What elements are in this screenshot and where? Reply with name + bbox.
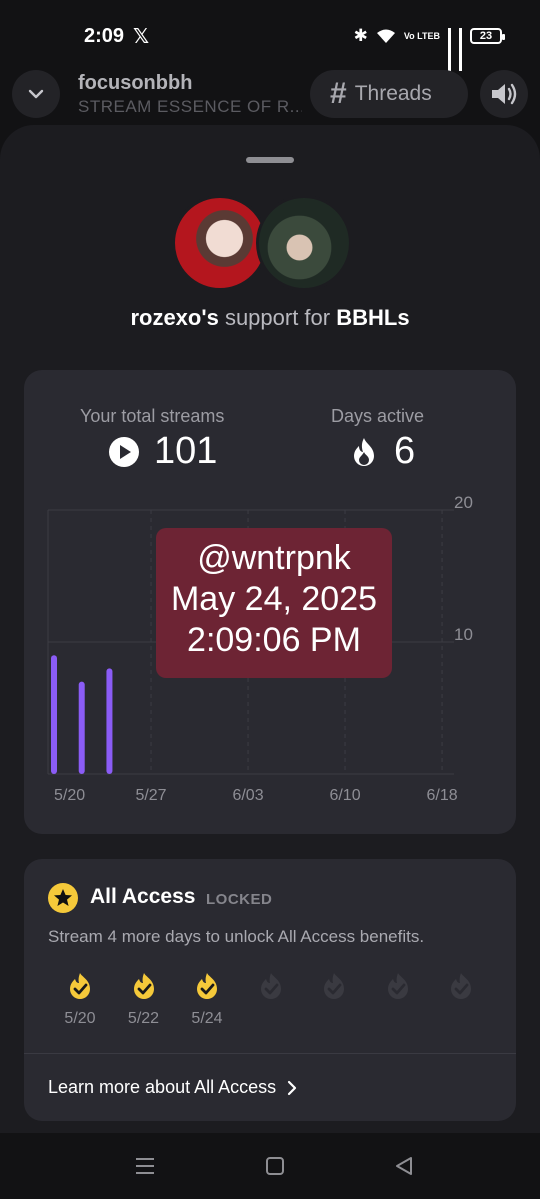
support-sheet: rozexo's support for BBHLs Your total st… [0,125,540,1133]
days-active: 6 [348,430,415,473]
check-flame-icon [133,973,154,999]
days-active-value: 6 [394,430,416,472]
all-access-card: All Access LOCKED Stream 4 more days to … [24,859,516,1121]
total-streams: 101 [108,430,217,473]
bar[interactable] [78,681,85,774]
tooltip-time: 2:09:06 PM [187,621,361,659]
home-icon[interactable] [264,1155,286,1177]
streak-day-label: 5/22 [127,1010,160,1027]
streak-day: 5/20 [56,971,104,1028]
sheet-drag-handle[interactable] [246,157,294,163]
streak-day [437,971,485,1010]
learn-more-label: Learn more about All Access [48,1077,277,1097]
streak-day-label: 5/24 [191,1010,223,1027]
speaker-icon [492,83,517,105]
x-app-icon: 𝕏 [133,26,150,48]
support-middle: support for [218,305,337,330]
chevron-down-icon [28,89,44,99]
volte-icon: Vo LTEB [403,30,440,41]
track-title: focusonbbh [78,72,193,94]
support-target: BBHLs [336,305,410,330]
locked-flame-icon [387,973,408,999]
streak-day: 5/22 [120,971,168,1028]
collapse-button[interactable] [12,70,60,118]
tooltip-user: @wntrpnk [197,539,351,577]
app-root: 2:09 𝕏 ✱ Vo LTEB 23 focusonbbh STREAM ES… [0,0,540,1199]
chevron-right-icon [288,1080,297,1095]
x-tick-label: 6/03 [232,787,263,800]
bar[interactable] [51,655,57,774]
support-heading: rozexo's support for BBHLs [0,305,540,331]
hash-icon: # [330,77,347,110]
locked-flame-icon [324,973,344,999]
learn-more-link[interactable]: Learn more about All Access [48,1077,298,1098]
battery-icon: 23 [470,28,505,44]
locked-flame-icon [260,973,281,999]
total-streams-label: Your total streams [80,406,225,426]
chart-tooltip: @wntrpnk May 24, 2025 2:09:06 PM [156,528,392,678]
streak-day [310,971,358,1010]
all-access-description: Stream 4 more days to unlock All Access … [48,927,425,946]
streak-day-label: 5/20 [64,1010,96,1027]
streak-day [374,971,422,1010]
all-access-title: All Access [90,885,196,908]
status-bar: 2:09 𝕏 ✱ Vo LTEB 23 [0,0,540,71]
locked-badge: LOCKED [206,891,273,908]
artist-avatar [256,195,352,291]
status-time: 2:09 [84,25,125,47]
stats-card: Your total streams 101 Days active 6 20 1… [24,370,516,834]
wifi-icon [376,29,395,43]
flame-icon [354,437,374,466]
status-icons: ✱ Vo LTEB 23 [353,26,505,71]
x-tick-label: 5/27 [135,787,166,800]
signal-icon-1 [448,28,451,71]
y-tick-label: 10 [454,625,473,644]
streak-day: 5/24 [183,971,231,1028]
x-tick-label: 6/10 [329,787,360,800]
total-streams-value: 101 [154,430,218,472]
system-nav-bar [0,1133,540,1199]
signal-icon-2 [459,28,462,71]
streak-days: 5/20 5/22 5/24 [48,971,508,1031]
streak-day [247,971,295,1010]
track-subtitle: STREAM ESSENCE OF R... [78,97,302,116]
x-tick-label: 5/20 [54,787,85,800]
divider [24,1053,516,1054]
days-active-label: Days active [331,406,425,426]
bluetooth-icon: ✱ [353,26,368,45]
y-tick-label: 20 [454,493,473,512]
x-tick-label: 6/18 [426,787,457,800]
check-flame-icon [70,973,90,999]
check-flame-icon [197,973,217,999]
tooltip-date: May 24, 2025 [170,580,378,618]
locked-flame-icon [451,973,471,999]
bar[interactable] [106,668,113,774]
star-icon [48,883,78,913]
user-avatar [172,195,268,291]
play-circle-icon [109,436,139,467]
player-header: focusonbbh STREAM ESSENCE OF R... # Thre… [0,68,540,124]
recents-icon[interactable] [134,1155,156,1177]
volume-button[interactable] [480,70,528,118]
support-user: rozexo's [130,305,219,330]
back-icon[interactable] [393,1155,415,1177]
threads-label: Threads [354,82,432,105]
threads-button[interactable]: # Threads [310,70,468,118]
